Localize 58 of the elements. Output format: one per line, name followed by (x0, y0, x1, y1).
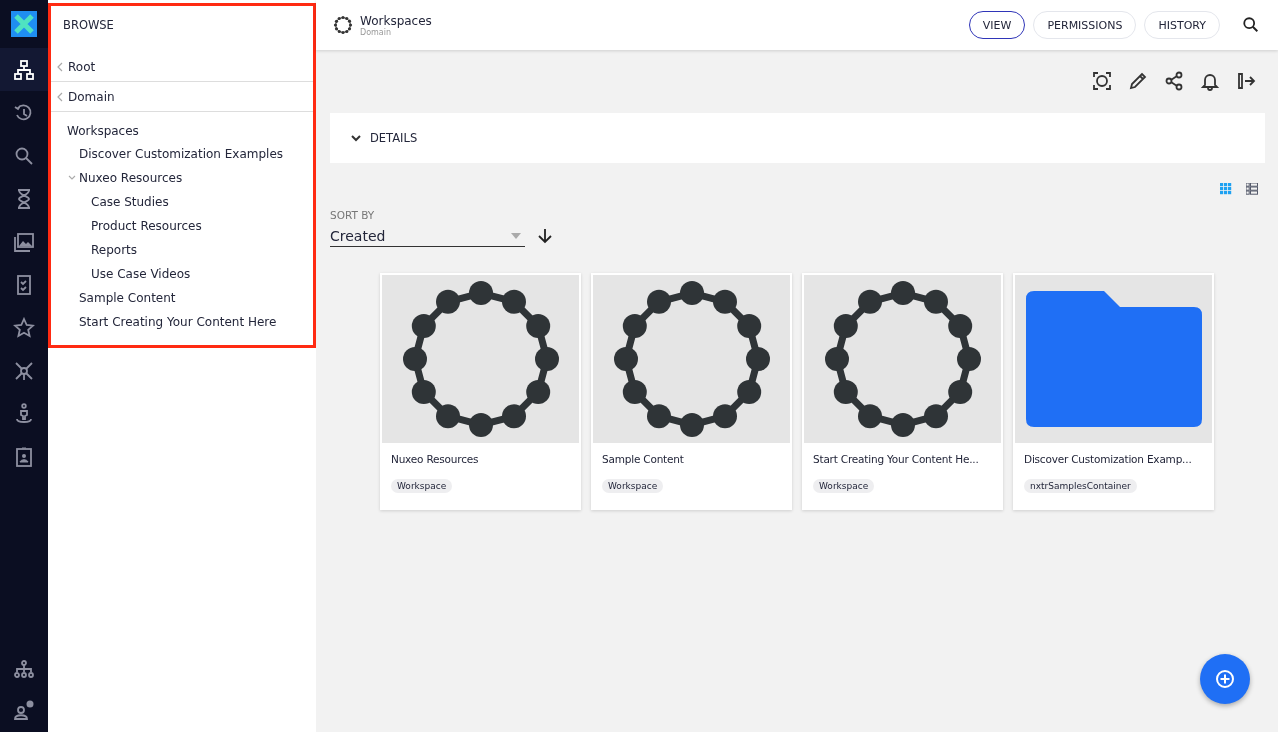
person-pin-icon (13, 402, 35, 425)
page-title: Workspaces (360, 13, 433, 28)
user-settings-icon (13, 699, 35, 721)
share-icon[interactable] (1164, 71, 1184, 91)
tree-item[interactable]: Nuxeo Resources (79, 171, 183, 185)
document-card[interactable]: Sample Content Workspace (591, 273, 792, 510)
tree-item[interactable]: Sample Content (79, 291, 176, 305)
card-title: Discover Customization Examp... (1024, 453, 1193, 465)
sitemap-icon (13, 58, 35, 81)
page-subtitle: Domain (360, 27, 392, 37)
rail-button[interactable] (0, 48, 48, 91)
back-chevron-icon (57, 91, 63, 102)
document-card[interactable]: Discover Customization Examp... nxtrSamplesContainer (1013, 273, 1214, 510)
workspace-icon (611, 279, 772, 439)
dropdown-caret-icon (511, 232, 521, 239)
document-card[interactable]: Start Creating Your Content He... Workspace (802, 273, 1003, 510)
tree-item[interactable]: Discover Customization Examples (79, 147, 284, 161)
exit-icon[interactable] (1236, 71, 1256, 91)
card-title: Nuxeo Resources (391, 453, 480, 465)
workspace-icon (400, 279, 561, 439)
add-icon (1215, 669, 1235, 689)
id-badge-icon (13, 445, 35, 468)
type-tag: nxtrSamplesContainer (1024, 479, 1137, 493)
hierarchy-icon (13, 659, 35, 681)
sort-label: SORT BY (330, 209, 376, 221)
tree-item[interactable]: Workspaces (67, 124, 139, 138)
card-title: Sample Content (602, 453, 685, 465)
tab[interactable]: PERMISSIONS (1033, 11, 1137, 39)
search-icon[interactable] (1242, 16, 1260, 34)
tree-item[interactable]: Use Case Videos (91, 267, 191, 281)
type-tag: Workspace (813, 479, 875, 493)
tab[interactable]: HISTORY (1144, 11, 1220, 39)
add-button[interactable] (1200, 654, 1250, 704)
details-label: DETAILS (370, 131, 418, 145)
image-stack-icon (13, 230, 35, 253)
sort-dropdown[interactable]: Created (330, 225, 525, 247)
tree-item[interactable]: Product Resources (91, 219, 202, 233)
type-tag: Workspace (391, 479, 453, 493)
document-card[interactable]: Nuxeo Resources Workspace (380, 273, 581, 510)
network-icon (13, 359, 35, 382)
type-tag: Workspace (602, 479, 664, 493)
card-title: Start Creating Your Content He... (813, 453, 980, 465)
bell-icon[interactable] (1200, 71, 1220, 91)
panel-title: BROWSE (62, 17, 115, 34)
tree-item[interactable]: Case Studies (91, 195, 169, 209)
list-view-icon[interactable] (1246, 183, 1258, 195)
tree-item[interactable]: Start Creating Your Content Here (79, 315, 277, 329)
focus-icon[interactable] (1092, 71, 1112, 91)
folder-icon (1023, 289, 1204, 429)
edit-icon[interactable] (1128, 71, 1148, 91)
tab[interactable]: VIEW (968, 11, 1026, 39)
tree-item[interactable]: Reports (91, 243, 138, 257)
sort-direction-icon[interactable] (537, 228, 553, 244)
back-chevron-icon (57, 61, 63, 72)
details-panel[interactable]: DETAILS (330, 113, 1265, 163)
workspace-icon (822, 279, 983, 439)
star-icon (13, 316, 35, 339)
workspace-icon (333, 15, 353, 35)
